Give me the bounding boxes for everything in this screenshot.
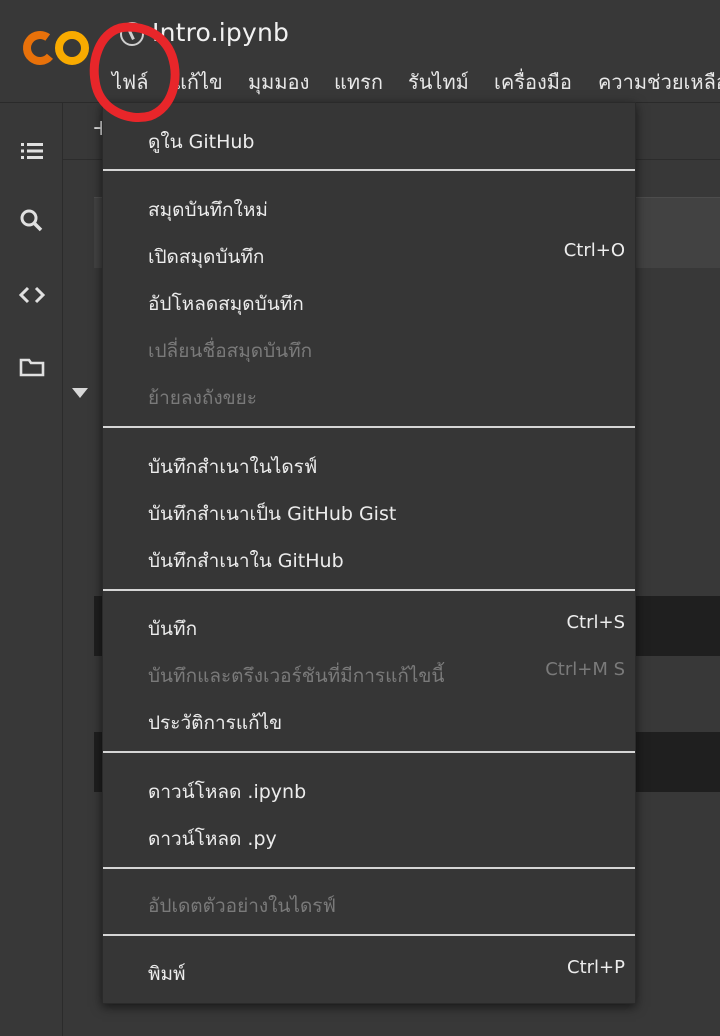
menu-shortcut: Ctrl+P <box>567 957 625 978</box>
folder-icon[interactable] <box>18 353 46 381</box>
menu-item-label: อัปเดตตัวอย่างในไดรฟ์ <box>148 895 336 917</box>
menu-item-label: ย้ายลงถังขยะ <box>148 387 257 409</box>
menu-item-label: พิมพ์ <box>148 963 186 985</box>
menu-view-in-github[interactable]: ดูใน GitHub <box>148 119 625 159</box>
menubar: ไฟล์ แก้ไข มุมมอง แทรก รันไทม์ เครื่องมื… <box>0 62 720 98</box>
menu-save[interactable]: บันทึก Ctrl+S <box>148 606 625 646</box>
app-header: Intro.ipynb ไฟล์ แก้ไข มุมมอง แทรก รันไท… <box>0 0 720 103</box>
menu-file[interactable]: ไฟล์ <box>112 66 148 98</box>
menu-divider <box>103 426 635 428</box>
menu-item-label: บันทึกสำเนาในไดรฟ์ <box>148 456 318 478</box>
left-sidebar <box>0 103 63 1036</box>
menu-shortcut: Ctrl+M S <box>545 659 625 680</box>
menu-item-label: ดูใน GitHub <box>148 131 255 153</box>
menu-item-label: บันทึกและตรึงเวอร์ชันที่มีการแก้ไขนี้ <box>148 665 445 687</box>
menu-save-pin-revision: บันทึกและตรึงเวอร์ชันที่มีการแก้ไขนี้ Ct… <box>148 653 625 693</box>
menu-divider <box>103 589 635 591</box>
menu-update-drive-preview: อัปเดตตัวอย่างในไดรฟ์ <box>148 883 625 923</box>
search-icon[interactable] <box>18 207 46 235</box>
menu-rename-notebook: เปลี่ยนชื่อสมุดบันทึก <box>148 328 625 368</box>
menu-item-label: บันทึก <box>148 618 198 640</box>
menu-shortcut: Ctrl+O <box>563 240 625 261</box>
file-menu-dropdown: ดูใน GitHub สมุดบันทึกใหม่ เปิดสมุดบันทึ… <box>102 102 636 1004</box>
menu-item-label: ดาวน์โหลด .ipynb <box>148 781 307 803</box>
menu-upload-notebook[interactable]: อัปโหลดสมุดบันทึก <box>148 281 625 321</box>
menu-help[interactable]: ความช่วยเหลือ <box>598 66 720 98</box>
code-icon[interactable] <box>18 281 46 309</box>
menu-divider <box>103 169 635 171</box>
menu-insert[interactable]: แทรก <box>334 66 383 98</box>
menu-open-notebook[interactable]: เปิดสมุดบันทึก Ctrl+O <box>148 234 625 274</box>
menu-item-label: บันทึกสำเนาใน GitHub <box>148 550 344 572</box>
menu-move-to-trash: ย้ายลงถังขยะ <box>148 375 625 415</box>
menu-divider <box>103 867 635 869</box>
menu-new-notebook[interactable]: สมุดบันทึกใหม่ <box>148 187 625 227</box>
colab-app: Intro.ipynb ไฟล์ แก้ไข มุมมอง แทรก รันไท… <box>0 0 720 1036</box>
menu-item-label: เปลี่ยนชื่อสมุดบันทึก <box>148 340 313 362</box>
menu-item-label: ดาวน์โหลด .py <box>148 828 277 850</box>
menu-save-copy-gist[interactable]: บันทึกสำเนาเป็น GitHub Gist <box>148 491 625 531</box>
menu-item-label: เปิดสมุดบันทึก <box>148 246 265 268</box>
menu-item-label: บันทึกสำเนาเป็น GitHub Gist <box>148 503 397 525</box>
menu-save-copy-github[interactable]: บันทึกสำเนาใน GitHub <box>148 538 625 578</box>
menu-tools[interactable]: เครื่องมือ <box>494 66 572 98</box>
menu-edit[interactable]: แก้ไข <box>174 66 223 98</box>
menu-divider <box>103 751 635 753</box>
menu-save-copy-drive[interactable]: บันทึกสำเนาในไดรฟ์ <box>148 444 625 484</box>
menu-download-ipynb[interactable]: ดาวน์โหลด .ipynb <box>148 769 625 809</box>
menu-item-label: อัปโหลดสมุดบันทึก <box>148 293 304 315</box>
menu-runtime[interactable]: รันไทม์ <box>408 66 469 98</box>
drive-file-icon <box>120 22 144 46</box>
menu-view[interactable]: มุมมอง <box>248 66 309 98</box>
menu-download-py[interactable]: ดาวน์โหลด .py <box>148 816 625 856</box>
menu-divider <box>103 934 635 936</box>
notebook-title[interactable]: Intro.ipynb <box>152 18 289 47</box>
menu-shortcut: Ctrl+S <box>566 612 625 633</box>
toc-icon[interactable] <box>18 137 46 165</box>
menu-item-label: สมุดบันทึกใหม่ <box>148 199 268 221</box>
collapse-caret-icon[interactable] <box>72 388 88 398</box>
menu-print[interactable]: พิมพ์ Ctrl+P <box>148 951 625 991</box>
menu-revision-history[interactable]: ประวัติการแก้ไข <box>148 700 625 740</box>
menu-item-label: ประวัติการแก้ไข <box>148 712 283 734</box>
